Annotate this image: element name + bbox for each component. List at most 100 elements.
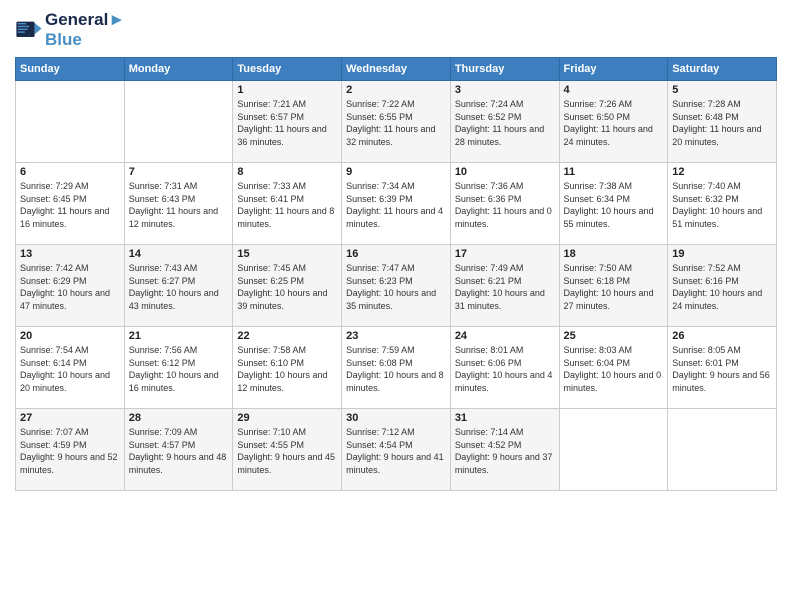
day-number: 2 [346, 84, 446, 96]
cell-info: Sunrise: 7:59 AMSunset: 6:08 PMDaylight:… [346, 344, 446, 394]
day-number: 1 [237, 84, 337, 96]
day-number: 25 [564, 330, 664, 342]
header-day: Friday [559, 58, 668, 81]
header-day: Tuesday [233, 58, 342, 81]
cell-info: Sunrise: 7:45 AMSunset: 6:25 PMDaylight:… [237, 262, 337, 312]
calendar-cell: 5 Sunrise: 7:28 AMSunset: 6:48 PMDaylight… [668, 81, 777, 163]
day-number: 22 [237, 330, 337, 342]
day-number: 20 [20, 330, 120, 342]
calendar-cell: 31 Sunrise: 7:14 AMSunset: 4:52 PMDayligh… [450, 409, 559, 491]
calendar-week-row: 1 Sunrise: 7:21 AMSunset: 6:57 PMDaylight… [16, 81, 777, 163]
cell-info: Sunrise: 7:07 AMSunset: 4:59 PMDaylight:… [20, 426, 120, 476]
header-day: Thursday [450, 58, 559, 81]
calendar-cell: 28 Sunrise: 7:09 AMSunset: 4:57 PMDayligh… [124, 409, 233, 491]
cell-info: Sunrise: 7:09 AMSunset: 4:57 PMDaylight:… [129, 426, 229, 476]
day-number: 15 [237, 248, 337, 260]
calendar-cell: 25 Sunrise: 8:03 AMSunset: 6:04 PMDayligh… [559, 327, 668, 409]
cell-info: Sunrise: 7:43 AMSunset: 6:27 PMDaylight:… [129, 262, 229, 312]
day-number: 6 [20, 166, 120, 178]
logo-text: General► Blue [45, 10, 125, 49]
day-number: 26 [672, 330, 772, 342]
calendar-cell: 13Sunrise: 7:42 AMSunset: 6:29 PMDayligh… [16, 245, 125, 327]
day-number: 27 [20, 412, 120, 424]
cell-info: Sunrise: 7:33 AMSunset: 6:41 PMDaylight:… [237, 180, 337, 230]
cell-info: Sunrise: 7:24 AMSunset: 6:52 PMDaylight:… [455, 98, 555, 148]
cell-info: Sunrise: 7:26 AMSunset: 6:50 PMDaylight:… [564, 98, 664, 148]
day-number: 9 [346, 166, 446, 178]
calendar-cell: 22 Sunrise: 7:58 AMSunset: 6:10 PMDayligh… [233, 327, 342, 409]
calendar-body: 1 Sunrise: 7:21 AMSunset: 6:57 PMDaylight… [16, 81, 777, 491]
calendar-week-row: 20Sunrise: 7:54 AMSunset: 6:14 PMDayligh… [16, 327, 777, 409]
cell-info: Sunrise: 7:38 AMSunset: 6:34 PMDaylight:… [564, 180, 664, 230]
cell-info: Sunrise: 7:36 AMSunset: 6:36 PMDaylight:… [455, 180, 555, 230]
cell-info: Sunrise: 8:03 AMSunset: 6:04 PMDaylight:… [564, 344, 664, 394]
cell-info: Sunrise: 7:21 AMSunset: 6:57 PMDaylight:… [237, 98, 337, 148]
cell-info: Sunrise: 7:22 AMSunset: 6:55 PMDaylight:… [346, 98, 446, 148]
day-number: 7 [129, 166, 229, 178]
day-number: 28 [129, 412, 229, 424]
logo: General► Blue [15, 10, 125, 49]
calendar-week-row: 27 Sunrise: 7:07 AMSunset: 4:59 PMDayligh… [16, 409, 777, 491]
cell-info: Sunrise: 7:12 AMSunset: 4:54 PMDaylight:… [346, 426, 446, 476]
calendar-cell: 19 Sunrise: 7:52 AMSunset: 6:16 PMDayligh… [668, 245, 777, 327]
day-number: 13 [20, 248, 120, 260]
calendar-cell: 21Sunrise: 7:56 AMSunset: 6:12 PMDayligh… [124, 327, 233, 409]
cell-info: Sunrise: 7:50 AMSunset: 6:18 PMDaylight:… [564, 262, 664, 312]
day-number: 17 [455, 248, 555, 260]
cell-info: Sunrise: 7:49 AMSunset: 6:21 PMDaylight:… [455, 262, 555, 312]
calendar-cell: 9Sunrise: 7:34 AMSunset: 6:39 PMDaylight… [342, 163, 451, 245]
day-number: 11 [564, 166, 664, 178]
cell-info: Sunrise: 7:28 AMSunset: 6:48 PMDaylight:… [672, 98, 772, 148]
day-number: 23 [346, 330, 446, 342]
day-number: 24 [455, 330, 555, 342]
calendar-cell [16, 81, 125, 163]
cell-info: Sunrise: 7:47 AMSunset: 6:23 PMDaylight:… [346, 262, 446, 312]
calendar-cell: 16 Sunrise: 7:47 AMSunset: 6:23 PMDayligh… [342, 245, 451, 327]
calendar-cell: 6Sunrise: 7:29 AMSunset: 6:45 PMDaylight… [16, 163, 125, 245]
day-number: 3 [455, 84, 555, 96]
calendar-cell: 17 Sunrise: 7:49 AMSunset: 6:21 PMDayligh… [450, 245, 559, 327]
calendar-cell: 27 Sunrise: 7:07 AMSunset: 4:59 PMDayligh… [16, 409, 125, 491]
calendar-cell: 24 Sunrise: 8:01 AMSunset: 6:06 PMDayligh… [450, 327, 559, 409]
calendar-cell: 26 Sunrise: 8:05 AMSunset: 6:01 PMDayligh… [668, 327, 777, 409]
header-day: Monday [124, 58, 233, 81]
calendar-table: SundayMondayTuesdayWednesdayThursdayFrid… [15, 57, 777, 491]
calendar-cell: 2 Sunrise: 7:22 AMSunset: 6:55 PMDaylight… [342, 81, 451, 163]
day-number: 14 [129, 248, 229, 260]
cell-info: Sunrise: 7:58 AMSunset: 6:10 PMDaylight:… [237, 344, 337, 394]
calendar-cell: 10 Sunrise: 7:36 AMSunset: 6:36 PMDayligh… [450, 163, 559, 245]
calendar-cell: 1 Sunrise: 7:21 AMSunset: 6:57 PMDaylight… [233, 81, 342, 163]
day-number: 4 [564, 84, 664, 96]
cell-info: Sunrise: 8:05 AMSunset: 6:01 PMDaylight:… [672, 344, 772, 394]
cell-info: Sunrise: 7:10 AMSunset: 4:55 PMDaylight:… [237, 426, 337, 476]
calendar-cell: 23 Sunrise: 7:59 AMSunset: 6:08 PMDayligh… [342, 327, 451, 409]
calendar-cell: 11 Sunrise: 7:38 AMSunset: 6:34 PMDayligh… [559, 163, 668, 245]
day-number: 19 [672, 248, 772, 260]
cell-info: Sunrise: 7:31 AMSunset: 6:43 PMDaylight:… [129, 180, 229, 230]
cell-info: Sunrise: 8:01 AMSunset: 6:06 PMDaylight:… [455, 344, 555, 394]
calendar-cell: 18 Sunrise: 7:50 AMSunset: 6:18 PMDayligh… [559, 245, 668, 327]
day-number: 12 [672, 166, 772, 178]
day-number: 18 [564, 248, 664, 260]
calendar-cell [668, 409, 777, 491]
calendar-cell: 12 Sunrise: 7:40 AMSunset: 6:32 PMDayligh… [668, 163, 777, 245]
cell-info: Sunrise: 7:14 AMSunset: 4:52 PMDaylight:… [455, 426, 555, 476]
day-number: 16 [346, 248, 446, 260]
day-number: 31 [455, 412, 555, 424]
logo-icon [15, 16, 43, 44]
calendar-cell [559, 409, 668, 491]
day-number: 29 [237, 412, 337, 424]
calendar-week-row: 13Sunrise: 7:42 AMSunset: 6:29 PMDayligh… [16, 245, 777, 327]
calendar-cell: 30Sunrise: 7:12 AMSunset: 4:54 PMDayligh… [342, 409, 451, 491]
calendar-page: General► Blue SundayMondayTuesdayWednesd… [0, 0, 792, 612]
cell-info: Sunrise: 7:40 AMSunset: 6:32 PMDaylight:… [672, 180, 772, 230]
calendar-cell: 15 Sunrise: 7:45 AMSunset: 6:25 PMDayligh… [233, 245, 342, 327]
calendar-cell: 8Sunrise: 7:33 AMSunset: 6:41 PMDaylight… [233, 163, 342, 245]
day-number: 5 [672, 84, 772, 96]
header-day: Saturday [668, 58, 777, 81]
calendar-cell: 14 Sunrise: 7:43 AMSunset: 6:27 PMDayligh… [124, 245, 233, 327]
cell-info: Sunrise: 7:52 AMSunset: 6:16 PMDaylight:… [672, 262, 772, 312]
calendar-cell: 3 Sunrise: 7:24 AMSunset: 6:52 PMDaylight… [450, 81, 559, 163]
day-number: 10 [455, 166, 555, 178]
header-day: Sunday [16, 58, 125, 81]
